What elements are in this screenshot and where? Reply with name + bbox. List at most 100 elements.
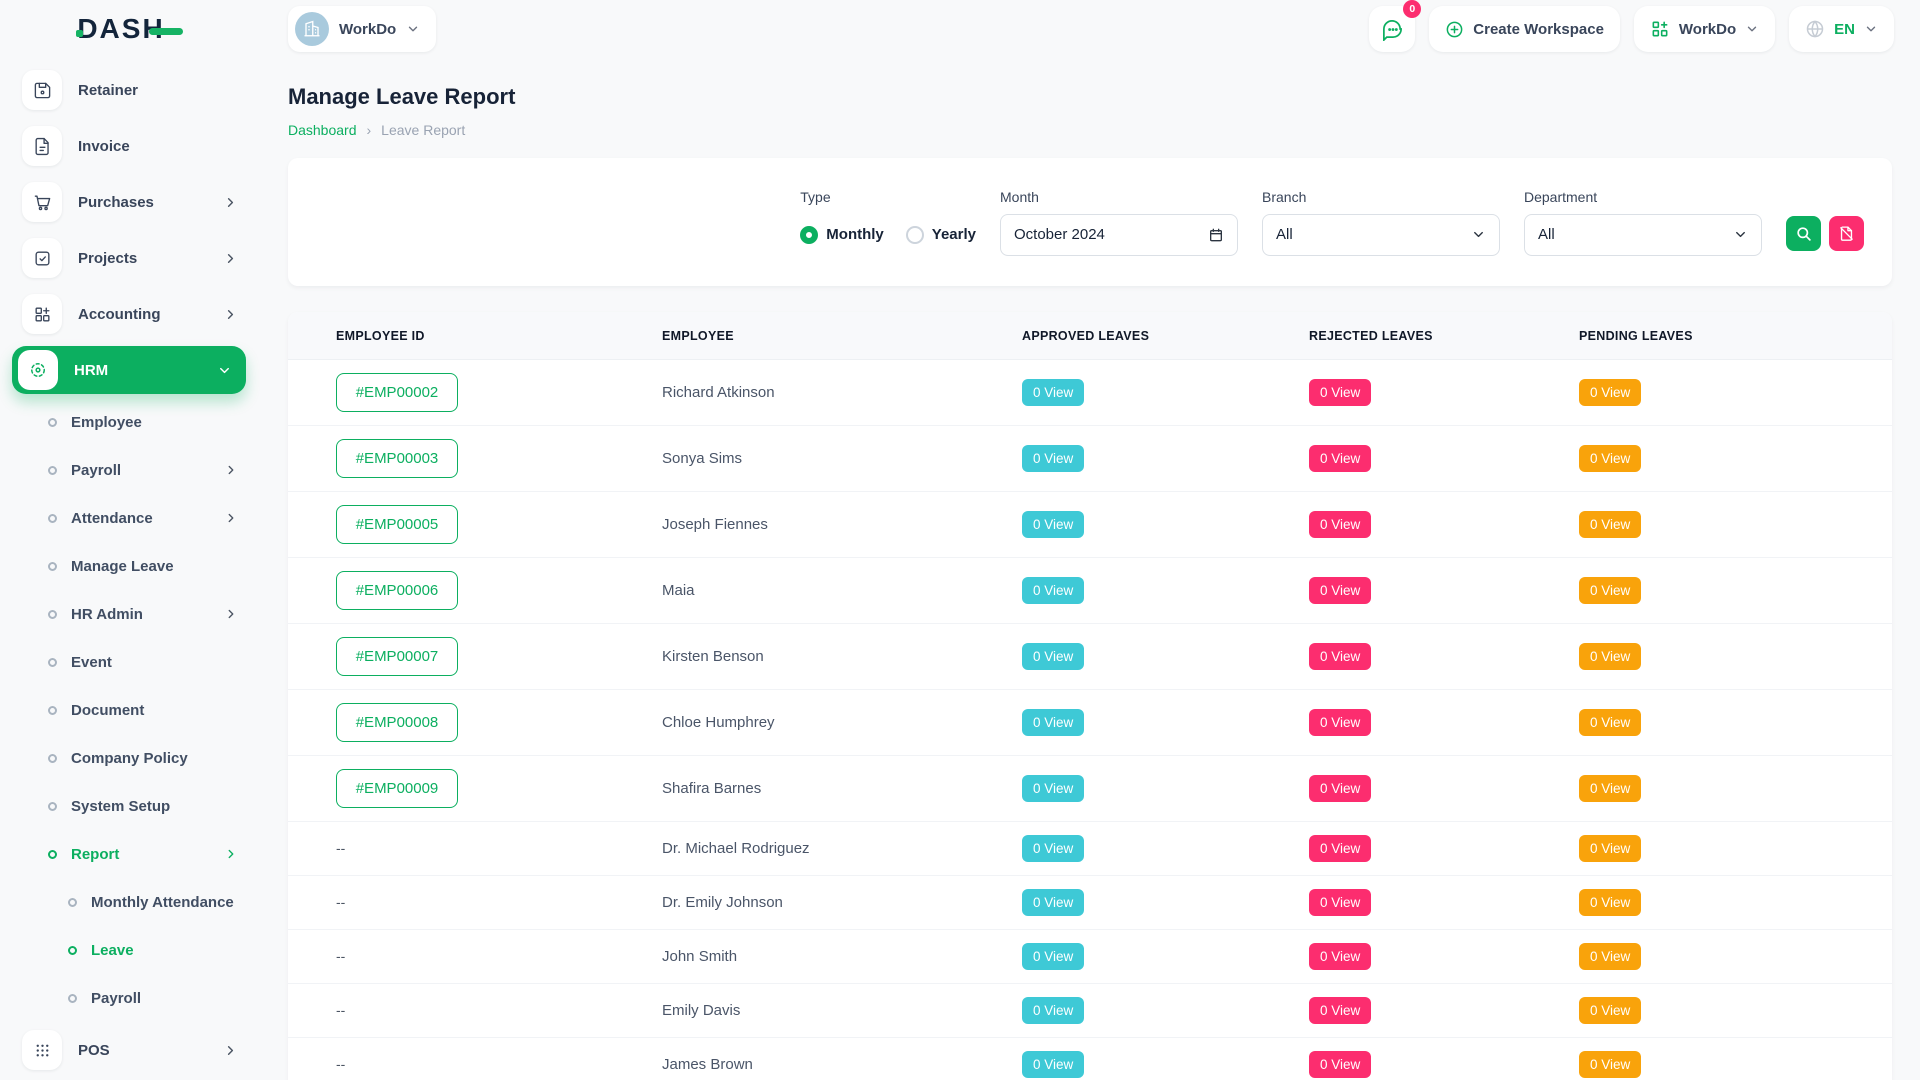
department-select[interactable]: All [1524,214,1762,256]
employee-id-empty: -- [336,948,345,964]
rejected-view-badge[interactable]: 0 View [1309,445,1371,472]
rejected-view-badge[interactable]: 0 View [1309,577,1371,604]
create-workspace-button[interactable]: Create Workspace [1429,6,1620,52]
sidebar-item-attendance[interactable]: Attendance [0,494,260,542]
table-row: --John Smith0 View0 View0 View [288,930,1892,984]
month-value: October 2024 [1014,226,1105,243]
branch-select[interactable]: All [1262,214,1500,256]
rejected-view-badge[interactable]: 0 View [1309,997,1371,1024]
sidebar-item-leave-report[interactable]: Leave [0,926,260,974]
branch-filter-group: Branch All [1262,189,1500,256]
pending-view-badge[interactable]: 0 View [1579,643,1641,670]
app-menu-button[interactable]: WorkDo [1634,6,1775,52]
approved-view-badge[interactable]: 0 View [1022,379,1084,406]
employee-id-badge[interactable]: #EMP00003 [336,439,458,478]
sidebar-item-projects[interactable]: Projects [0,230,260,286]
approved-view-badge[interactable]: 0 View [1022,835,1084,862]
pending-view-badge[interactable]: 0 View [1579,511,1641,538]
app-logo[interactable]: DASH [0,15,260,43]
approved-view-badge[interactable]: 0 View [1022,511,1084,538]
shopping-cart-icon [22,182,62,222]
sidebar-item-payroll[interactable]: Payroll [0,446,260,494]
pending-view-badge[interactable]: 0 View [1579,835,1641,862]
employee-id-badge[interactable]: #EMP00006 [336,571,458,610]
sidebar-item-company-policy[interactable]: Company Policy [0,734,260,782]
approved-view-badge[interactable]: 0 View [1022,643,1084,670]
sidebar-item-hrm[interactable]: HRM [12,346,246,394]
chevron-down-icon [1733,227,1748,242]
rejected-view-badge[interactable]: 0 View [1309,511,1371,538]
employee-id-badge[interactable]: #EMP00002 [336,373,458,412]
employee-id-badge[interactable]: #EMP00008 [336,703,458,742]
hrm-people-icon [18,350,58,390]
sidebar-item-document[interactable]: Document [0,686,260,734]
pending-view-badge[interactable]: 0 View [1579,577,1641,604]
chevron-right-icon [223,195,238,210]
sidebar-item-employee[interactable]: Employee [0,398,260,446]
approved-view-badge[interactable]: 0 View [1022,775,1084,802]
invoice-file-icon [22,126,62,166]
sidebar-item-hr-admin[interactable]: HR Admin [0,590,260,638]
employee-id-badge[interactable]: #EMP00009 [336,769,458,808]
table-row: #EMP00009Shafira Barnes0 View0 View0 Vie… [288,756,1892,822]
employee-id-badge[interactable]: #EMP00007 [336,637,458,676]
pending-view-badge[interactable]: 0 View [1579,709,1641,736]
grid-plus-icon [22,294,62,334]
breadcrumb-dashboard-link[interactable]: Dashboard [288,122,357,138]
sidebar-subitem-label: System Setup [71,798,238,815]
radio-yearly[interactable]: Yearly [906,226,976,244]
pending-view-badge[interactable]: 0 View [1579,997,1641,1024]
bullet-icon [48,418,57,427]
rejected-view-badge[interactable]: 0 View [1309,643,1371,670]
pending-view-badge[interactable]: 0 View [1579,1051,1641,1078]
rejected-view-badge[interactable]: 0 View [1309,943,1371,970]
sidebar-item-accounting[interactable]: Accounting [0,286,260,342]
workspace-selector[interactable]: WorkDo [288,6,436,52]
pending-view-badge[interactable]: 0 View [1579,943,1641,970]
employee-id-empty: -- [336,1056,345,1072]
radio-selected-icon [800,226,818,244]
approved-view-badge[interactable]: 0 View [1022,943,1084,970]
chevron-right-icon [223,1043,238,1058]
approved-view-badge[interactable]: 0 View [1022,889,1084,916]
sidebar-item-payroll-report[interactable]: Payroll [0,974,260,1022]
sidebar-item-pos[interactable]: POS [0,1022,260,1078]
language-selector[interactable]: EN [1789,6,1894,52]
sidebar-item-invoice[interactable]: Invoice [0,118,260,174]
pending-view-badge[interactable]: 0 View [1579,379,1641,406]
messages-button[interactable]: 0 [1369,6,1415,52]
rejected-view-badge[interactable]: 0 View [1309,889,1371,916]
rejected-view-badge[interactable]: 0 View [1309,775,1371,802]
department-value: All [1538,226,1555,243]
radio-monthly[interactable]: Monthly [800,226,884,244]
reset-filter-button[interactable] [1829,216,1864,251]
sidebar-subitem-label: Employee [71,414,238,431]
rejected-view-badge[interactable]: 0 View [1309,1051,1371,1078]
pending-view-badge[interactable]: 0 View [1579,775,1641,802]
pending-view-badge[interactable]: 0 View [1579,445,1641,472]
approved-view-badge[interactable]: 0 View [1022,577,1084,604]
rejected-view-badge[interactable]: 0 View [1309,379,1371,406]
logo-accent-dot [76,30,83,37]
sidebar-item-system-setup[interactable]: System Setup [0,782,260,830]
employee-name: Richard Atkinson [662,384,775,401]
approved-view-badge[interactable]: 0 View [1022,709,1084,736]
approved-view-badge[interactable]: 0 View [1022,445,1084,472]
sidebar-item-report[interactable]: Report [0,830,260,878]
employee-id-badge[interactable]: #EMP00005 [336,505,458,544]
sidebar-item-retainer[interactable]: Retainer [0,62,260,118]
file-off-icon [1838,225,1855,242]
month-input[interactable]: October 2024 [1000,214,1238,256]
rejected-view-badge[interactable]: 0 View [1309,835,1371,862]
sidebar-item-event[interactable]: Event [0,638,260,686]
search-button[interactable] [1786,216,1821,251]
sidebar-item-purchases[interactable]: Purchases [0,174,260,230]
approved-view-badge[interactable]: 0 View [1022,1051,1084,1078]
sidebar-item-monthly-attendance[interactable]: Monthly Attendance [0,878,260,926]
breadcrumb: Dashboard › Leave Report [288,120,1892,140]
sidebar-item-manage-leave[interactable]: Manage Leave [0,542,260,590]
pending-view-badge[interactable]: 0 View [1579,889,1641,916]
rejected-view-badge[interactable]: 0 View [1309,709,1371,736]
approved-view-badge[interactable]: 0 View [1022,997,1084,1024]
employee-id-empty: -- [336,1002,345,1018]
